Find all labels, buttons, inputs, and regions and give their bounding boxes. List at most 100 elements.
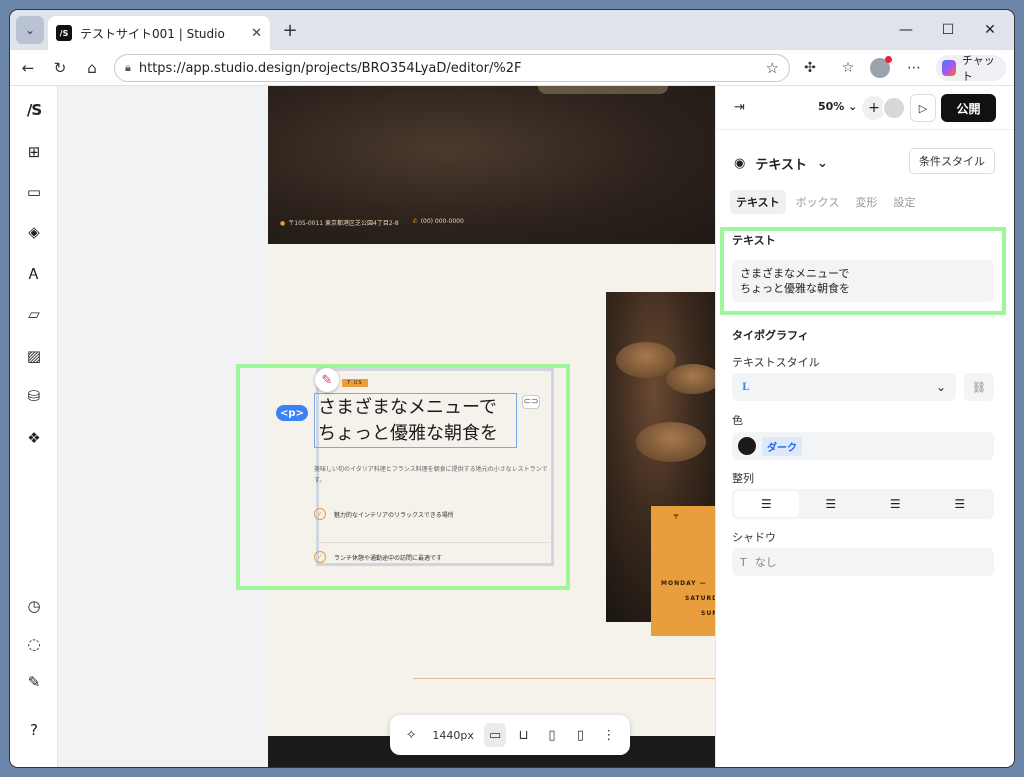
laptop-icon[interactable]: ⊔ [512, 723, 534, 747]
desktop-icon[interactable]: ▭ [483, 723, 507, 747]
shadow-label: シャドウ [732, 531, 776, 544]
star-icon[interactable]: ☆ [766, 59, 779, 77]
divider-line [413, 678, 715, 679]
tab-bar: ⌄ /S テストサイト001 | Studio ✕ + — ☐ ✕ [10, 10, 1014, 50]
properties-panel: ⇥ 50% ⌄ + ▷ 公開 ◉ テキスト ⌄ 条件スタイル テキスト ボックス… [715, 86, 1014, 767]
pencil-icon[interactable]: ✎ [22, 670, 46, 694]
align-center-icon[interactable]: ☰ [799, 491, 864, 517]
tab-box[interactable]: ボックス [790, 190, 846, 214]
tablet-icon[interactable]: ▯ [541, 723, 563, 747]
back-arrow-icon[interactable]: ← [16, 56, 40, 80]
cms-icon[interactable]: ⛁ [22, 384, 46, 408]
text-style-select[interactable]: L ⌄ [732, 373, 956, 401]
window-close-button[interactable]: ✕ [972, 18, 1008, 42]
shadow-value: なし [754, 556, 777, 569]
browser-tab[interactable]: /S テストサイト001 | Studio ✕ [48, 16, 270, 50]
home-icon[interactable]: ⌂ [80, 56, 104, 80]
pin-icon: ● [280, 220, 286, 227]
link-icon[interactable]: ⊂⊃ [522, 395, 540, 409]
align-right-icon[interactable]: ☰ [863, 491, 928, 517]
typography-section-label: タイポグラフィ [732, 329, 809, 342]
viewport-width[interactable]: 1440px [432, 729, 474, 742]
help-icon[interactable]: ? [22, 718, 46, 742]
edit-text-pencil-icon[interactable]: ✎ [315, 368, 339, 392]
element-tag-badge[interactable]: <p> [276, 405, 308, 421]
unlink-style-icon[interactable]: ⛓ [964, 373, 994, 401]
browser-window: ⌄ /S テストサイト001 | Studio ✕ + — ☐ ✕ ← ↻ ⌂ … [10, 10, 1014, 767]
stool-shape [666, 364, 715, 394]
chevron-down-icon: ⌄ [816, 156, 828, 171]
mobile-icon[interactable]: ▯ [569, 723, 591, 747]
hours-line: MONDAY — [661, 580, 707, 587]
left-toolbar: /S ⊞ ▭ ◈ Ꭺ ▱ ▨ ⛁ ❖ ◷ ◌ ✎ ? [10, 86, 58, 767]
align-label: 整列 [732, 472, 754, 485]
zoom-level[interactable]: 50% ⌄ [818, 100, 857, 113]
address-text: 〒105-0011 東京都港区芝公園4丁目2-8 [288, 220, 399, 227]
ai-sparkle-icon[interactable]: ✧ [400, 723, 422, 747]
shadow-field[interactable]: T なし [732, 548, 994, 576]
highlight-outline [236, 364, 570, 590]
folder-icon[interactable]: ▱ [22, 302, 46, 326]
hours-line: SATURD [685, 595, 715, 602]
image-add-icon[interactable]: ▨ [22, 344, 46, 368]
hours-tag: 〒 [673, 514, 681, 521]
element-type-selector[interactable]: ◉ テキスト ⌄ [734, 154, 828, 173]
color-field[interactable]: ダーク [732, 432, 994, 460]
minimize-button[interactable]: — [888, 18, 924, 42]
condition-style-button[interactable]: 条件スタイル [909, 148, 995, 174]
favicon-icon: /S [56, 25, 72, 41]
copilot-chat-button[interactable]: チャット [936, 54, 1006, 83]
hero-plate [538, 86, 668, 94]
property-tabs: テキスト ボックス 変形 設定 [730, 190, 921, 214]
site-info-icon[interactable]: 🔒︎ [125, 61, 131, 75]
copilot-icon [942, 60, 956, 76]
text-content-field[interactable]: さまざまなメニューで ちょっと優雅な朝食を [732, 260, 994, 302]
history-icon[interactable]: ◷ [22, 594, 46, 618]
maximize-button[interactable]: ☐ [930, 18, 966, 42]
studio-editor: /S ⊞ ▭ ◈ Ꭺ ▱ ▨ ⛁ ❖ ◷ ◌ ✎ ? ● 〒105-0011 東京… [10, 86, 1014, 767]
tab-text[interactable]: テキスト [730, 190, 786, 214]
avatar[interactable] [882, 96, 906, 120]
stool-shape [636, 422, 706, 462]
url-bar[interactable]: 🔒︎ https://app.studio.design/projects/BR… [114, 54, 790, 82]
studio-logo[interactable]: /S [22, 98, 46, 122]
tab-title: テストサイト001 | Studio [80, 26, 225, 41]
tab-transform[interactable]: 変形 [849, 190, 883, 214]
url-text: https://app.studio.design/projects/BRO35… [138, 60, 522, 76]
pages-icon[interactable]: ▭ [22, 180, 46, 204]
collapse-panel-icon[interactable]: ⇥ [734, 100, 745, 115]
new-tab-button[interactable]: + [278, 18, 302, 42]
align-justify-icon[interactable]: ☰ [928, 491, 993, 517]
tab-settings[interactable]: 設定 [887, 190, 921, 214]
profile-avatar[interactable] [868, 56, 892, 80]
align-segmented-control: ☰ ☰ ☰ ☰ [732, 489, 994, 519]
more-vertical-icon[interactable]: ⋮ [598, 723, 620, 747]
text-style-label: テキストスタイル [732, 356, 820, 369]
address-row: ● 〒105-0011 東京都港区芝公園4丁目2-8 ✆ (00) 000-0000 [280, 218, 464, 232]
layers-icon[interactable]: ◈ [22, 220, 46, 244]
hours-line: SUN [701, 610, 715, 617]
reload-icon[interactable]: ↻ [48, 56, 72, 80]
text-shadow-icon: T [740, 555, 747, 569]
add-element-icon[interactable]: ⊞ [22, 140, 46, 164]
chevron-down-icon: ⌄ [935, 380, 946, 394]
color-swatch[interactable] [738, 437, 756, 455]
address-toolbar: ← ↻ ⌂ 🔒︎ https://app.studio.design/proje… [10, 50, 1014, 86]
more-menu-icon[interactable]: ⋯ [902, 56, 926, 80]
viewport-toolbar: ✧ 1440px ▭ ⊔ ▯ ▯ ⋮ [390, 715, 630, 755]
tab-actions-button[interactable]: ⌄ [16, 16, 44, 44]
comment-icon[interactable]: ◌ [22, 632, 46, 656]
components-icon[interactable]: ❖ [22, 426, 46, 450]
extensions-icon[interactable]: ✣ [798, 56, 822, 80]
hours-card[interactable]: 〒 MONDAY — SATURD SUN [651, 506, 715, 636]
preview-play-button[interactable]: ▷ [910, 94, 936, 122]
color-label: 色 [732, 414, 743, 427]
eye-icon[interactable]: ◉ [734, 156, 745, 171]
align-left-icon[interactable]: ☰ [734, 491, 799, 517]
close-icon[interactable]: ✕ [251, 26, 262, 41]
publish-button[interactable]: 公開 [941, 94, 996, 122]
text-section-label: テキスト [732, 234, 776, 247]
typography-icon[interactable]: Ꭺ [22, 262, 46, 286]
favorites-icon[interactable]: ☆ [836, 56, 860, 80]
chevron-down-icon: ⌄ [24, 23, 36, 37]
